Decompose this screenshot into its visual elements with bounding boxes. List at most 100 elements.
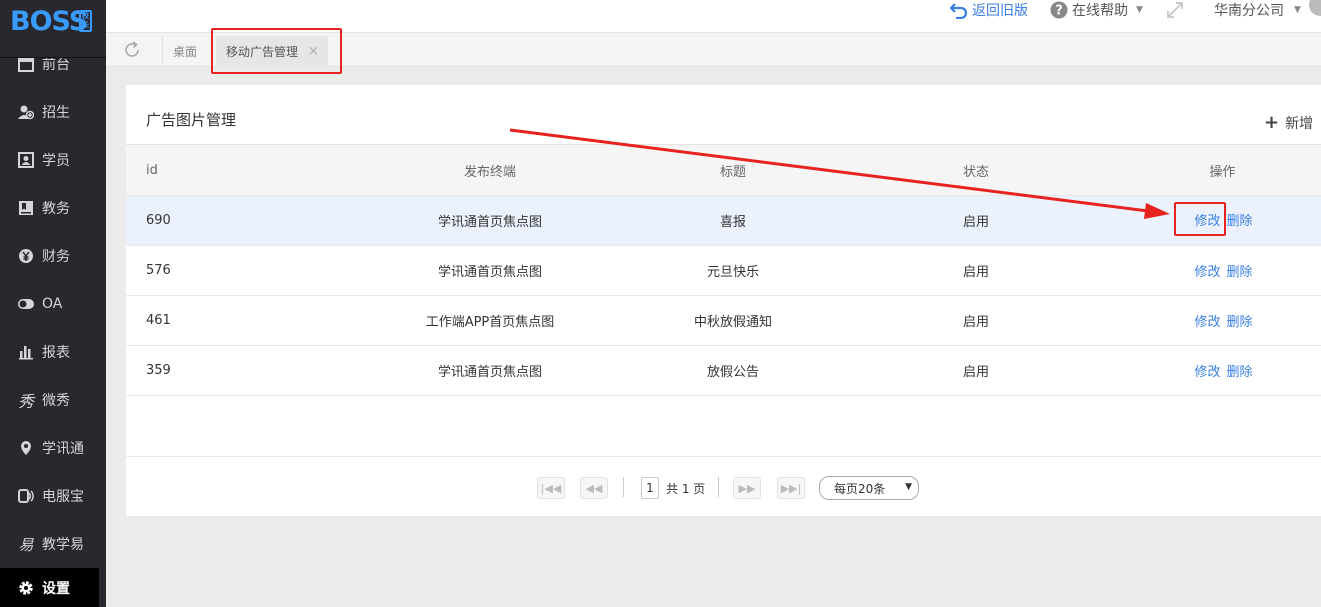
sidebar-item-students[interactable]: 学员 [0, 136, 106, 184]
online-help-label: 在线帮助 [1072, 3, 1128, 19]
gear-icon [17, 579, 35, 597]
delete-link[interactable]: 删除 [1227, 214, 1253, 229]
next-page-icon[interactable]: ▶▶ [733, 477, 761, 499]
yen-icon [17, 247, 35, 265]
book-icon [17, 199, 35, 217]
sidebar-item-label: 设置 [42, 580, 70, 597]
pager-divider [623, 477, 624, 497]
column-header-status[interactable]: 状态 [828, 144, 1124, 196]
refresh-icon[interactable] [122, 40, 142, 60]
cell-id: 359 [126, 345, 342, 396]
sidebar-item-label: 教务 [42, 201, 70, 217]
column-header-terminal[interactable]: 发布终端 [342, 144, 638, 196]
sidebar-item-label: OA [42, 296, 63, 312]
sidebar-item-reports[interactable]: 报表 [0, 328, 106, 376]
chevron-down-icon: ▼ [1136, 5, 1143, 15]
sidebar-item-xuexuntong[interactable]: 学讯通 [0, 424, 106, 472]
caret-down-icon: ▼ [905, 482, 912, 492]
plus-icon: + [1264, 112, 1280, 133]
sidebar-item-label: 微秀 [42, 393, 70, 409]
last-page-icon[interactable]: ▶▶| [777, 477, 805, 499]
table-row[interactable]: 576 学讯通首页焦点图 元旦快乐 启用 修改 删除 [126, 245, 1321, 296]
table-row[interactable]: 461 工作端APP首页焦点图 中秋放假通知 启用 修改 删除 [126, 295, 1321, 346]
add-button-label: 新增 [1285, 115, 1314, 132]
pagination: |◀◀ ◀◀ 1 共 1 页 ▶▶ ▶▶| 每页20条 ▼ [126, 456, 1321, 516]
cell-terminal: 学讯通首页焦点图 [342, 245, 638, 296]
cell-terminal: 工作端APP首页焦点图 [342, 295, 638, 346]
sidebar-item-enrollment[interactable]: 招生 [0, 88, 106, 136]
fullscreen-toggle[interactable] [1166, 0, 1184, 20]
sidebar-item-weixiu[interactable]: 秀 微秀 [0, 376, 106, 424]
sidebar-item-oa[interactable]: OA [0, 280, 106, 328]
phone-service-icon [17, 487, 35, 505]
cell-title: 喜报 [638, 195, 828, 246]
page-size-value: 每页20条 [834, 481, 886, 496]
ad-table: id 发布终端 标题 状态 操作 690 学讯通首页焦点图 喜报 启用 修改 删除… [126, 144, 1321, 396]
sidebar-item-label: 学员 [42, 153, 70, 169]
cell-terminal: 学讯通首页焦点图 [342, 345, 638, 396]
logo-text: BOSS [10, 6, 88, 37]
question-circle-icon: ? [1050, 1, 1068, 19]
sidebar-item-label: 学讯通 [42, 441, 84, 457]
sidebar-item-dianfubao[interactable]: 电服宝 [0, 472, 106, 520]
boss-logo[interactable]: BOSS 校长 [0, 0, 106, 58]
sidebar-item-label: 招生 [42, 105, 70, 121]
column-header-title[interactable]: 标题 [638, 144, 828, 196]
sidebar-item-label: 电服宝 [42, 489, 84, 505]
sidebar-item-label: 财务 [42, 249, 70, 265]
tab-desktop-label: 桌面 [173, 45, 198, 59]
cell-title: 中秋放假通知 [638, 295, 828, 346]
prev-page-icon[interactable]: ◀◀ [580, 477, 608, 499]
table-row[interactable]: 359 学讯通首页焦点图 放假公告 启用 修改 删除 [126, 345, 1321, 396]
cell-actions: 修改 删除 [1124, 245, 1321, 296]
annotation-highlight-tab [211, 28, 342, 74]
cell-id: 690 [126, 195, 342, 246]
sidebar-item-settings[interactable]: 设置 [0, 568, 99, 607]
sidebar-item-label: 教学易 [42, 537, 84, 553]
delete-link[interactable]: 删除 [1227, 315, 1253, 330]
cell-id: 576 [126, 245, 342, 296]
sidebar-item-label: 报表 [42, 345, 70, 361]
delete-link[interactable]: 删除 [1227, 265, 1253, 280]
delete-link[interactable]: 删除 [1227, 365, 1253, 380]
cell-status: 启用 [828, 295, 1124, 346]
bar-chart-icon [17, 343, 35, 361]
table-header-row: id 发布终端 标题 状态 操作 [126, 144, 1321, 196]
xiu-icon: 秀 [17, 392, 34, 411]
page-size-select[interactable]: 每页20条 ▼ [819, 476, 919, 500]
column-header-actions: 操作 [1124, 144, 1321, 196]
online-help-menu[interactable]: ? 在线帮助 ▼ [1050, 0, 1143, 20]
edit-link[interactable]: 修改 [1194, 365, 1220, 380]
toggle-icon [17, 295, 35, 313]
first-page-icon[interactable]: |◀◀ [537, 477, 565, 499]
ad-image-panel: 广告图片管理 + 新增 id 发布终端 标题 状态 操作 690 学讯通首页焦点… [126, 85, 1321, 516]
location-pin-icon [17, 439, 35, 457]
sidebar-item-academic[interactable]: 教务 [0, 184, 106, 232]
cell-terminal: 学讯通首页焦点图 [342, 195, 638, 246]
panel-title: 广告图片管理 [146, 111, 237, 129]
cell-title: 放假公告 [638, 345, 828, 396]
svg-text:?: ? [1055, 4, 1063, 19]
branch-selector[interactable]: 华南分公司 ▼ [1214, 0, 1301, 20]
page-total: 共 1 页 [666, 482, 706, 496]
cell-status: 启用 [828, 195, 1124, 246]
sidebar-item-finance[interactable]: 财务 [0, 232, 106, 280]
page-number-input[interactable]: 1 [641, 477, 659, 499]
return-old-label: 返回旧版 [972, 3, 1028, 19]
avatar[interactable] [1309, 0, 1321, 16]
cell-actions: 修改 删除 [1124, 295, 1321, 346]
edit-link[interactable]: 修改 [1194, 265, 1220, 280]
return-old-version-link[interactable]: 返回旧版 [950, 0, 1028, 20]
add-button[interactable]: + 新增 [1264, 112, 1313, 133]
column-header-id[interactable]: id [126, 144, 342, 196]
edit-link[interactable]: 修改 [1194, 315, 1220, 330]
chevron-down-icon: ▼ [1294, 5, 1301, 15]
logo-badge: 校长 [79, 10, 92, 32]
yi-icon: 易 [18, 535, 34, 554]
expand-icon [1167, 2, 1183, 18]
tab-desktop[interactable]: 桌面 [162, 36, 212, 67]
table-row[interactable]: 690 学讯通首页焦点图 喜报 启用 修改 删除 [126, 195, 1321, 246]
sidebar-item-jiaoxueyi[interactable]: 易 教学易 [0, 520, 106, 568]
cell-id: 461 [126, 295, 342, 346]
user-add-icon [17, 103, 35, 121]
